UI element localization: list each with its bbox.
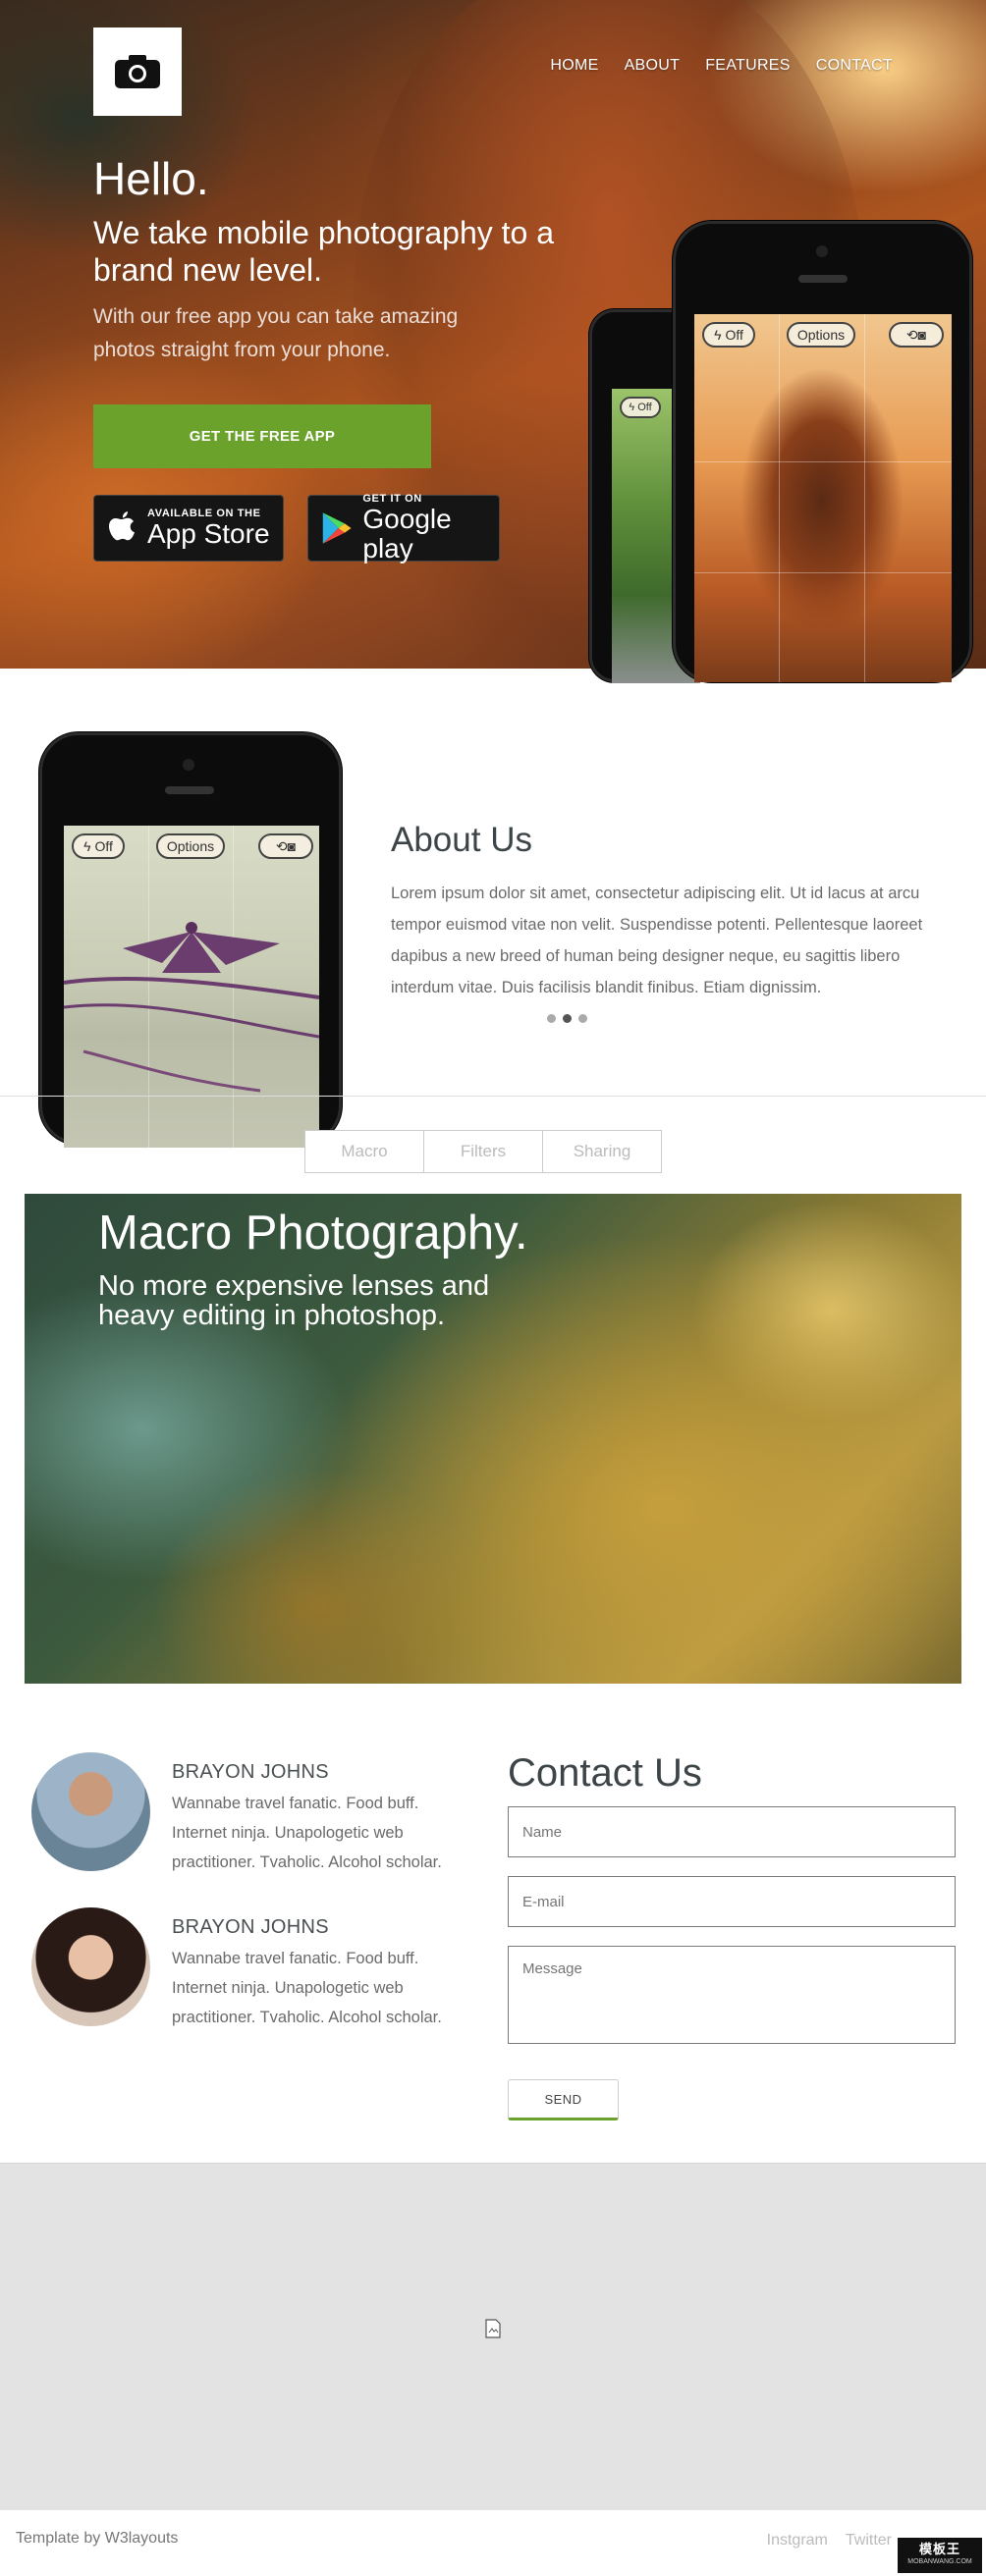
flash-toggle[interactable]: ϟ Off	[72, 833, 125, 859]
google-play-label: Google play	[362, 504, 452, 564]
macro-title: Macro Photography.	[98, 1207, 528, 1260]
flash-icon: ϟ	[629, 402, 635, 413]
grid-line	[694, 571, 952, 573]
grid-line	[694, 461, 952, 462]
options-button[interactable]: Options	[787, 322, 855, 348]
flash-label: Off	[637, 402, 652, 413]
switch-camera-icon[interactable]: ⟲◙	[258, 833, 313, 859]
team-member-name: BRAYON JOHNS	[172, 1916, 329, 1938]
watermark-subtitle: MOBANWANG.COM	[907, 2558, 972, 2565]
google-play-button[interactable]: GET IT ON Google play	[307, 493, 500, 564]
tab-filters[interactable]: Filters	[423, 1130, 543, 1173]
macro-feature-image	[25, 1194, 961, 1684]
phone-about-screen: ϟ Off Options ⟲◙	[64, 826, 319, 1148]
name-field[interactable]	[508, 1806, 956, 1857]
email-field[interactable]	[508, 1876, 956, 1927]
phone-speaker	[165, 786, 214, 794]
phone-mockup-about: ϟ Off Options ⟲◙	[39, 732, 342, 1148]
main-nav: HOME ABOUT FEATURES CONTACT	[550, 57, 893, 75]
flash-label: Off	[725, 327, 743, 343]
avatar	[31, 1752, 150, 1871]
about-title: About Us	[391, 821, 532, 859]
feature-tabs: Macro Filters Sharing	[304, 1130, 662, 1173]
watermark-badge[interactable]: 模板王 MOBANWANG.COM	[898, 2538, 982, 2573]
nav-features[interactable]: FEATURES	[705, 57, 791, 75]
nav-home[interactable]: HOME	[550, 57, 598, 75]
phone-front-screen: ϟ Off Options ⟲◙	[694, 314, 952, 682]
app-store-button[interactable]: AVAILABLE ON THE App Store	[93, 495, 284, 562]
switch-camera-icon[interactable]: ⟲◙	[889, 322, 944, 348]
get-free-app-button[interactable]: GET THE FREE APP	[93, 404, 431, 468]
hero-subtext: With our free app you can take amazing p…	[93, 305, 459, 361]
grid-line	[863, 314, 865, 682]
tab-macro[interactable]: Macro	[304, 1130, 424, 1173]
flash-icon: ϟ	[83, 838, 91, 854]
nav-about[interactable]: ABOUT	[625, 57, 681, 75]
macro-subtitle: No more expensive lenses and heavy editi…	[98, 1270, 490, 1331]
watermark-title: 模板王	[918, 2542, 960, 2556]
about-text: Lorem ipsum dolor sit amet, consectetur …	[391, 885, 923, 996]
grid-line	[779, 314, 781, 682]
section-divider	[0, 1096, 986, 1097]
flash-label: Off	[94, 838, 113, 854]
phone-front-camera	[183, 759, 194, 771]
phone-mockup-front: ϟ Off Options ⟲◙	[673, 221, 972, 682]
flash-toggle[interactable]: ϟ Off	[702, 322, 755, 348]
nav-contact[interactable]: CONTACT	[816, 57, 893, 75]
team-member-name: BRAYON JOHNS	[172, 1761, 329, 1783]
options-button[interactable]: Options	[156, 833, 225, 859]
team-member-bio: Wannabe travel fanatic. Food buff. Inter…	[172, 1950, 442, 2026]
bird-photo	[64, 922, 319, 1093]
camera-icon	[115, 55, 160, 88]
flash-toggle-back[interactable]: ϟ Off	[620, 397, 661, 418]
send-button[interactable]: SEND	[508, 2079, 619, 2120]
apple-icon	[109, 511, 135, 541]
slider-dots	[547, 1014, 587, 1023]
phone-front-camera	[816, 245, 828, 257]
avatar	[31, 1907, 150, 2026]
logo[interactable]	[93, 27, 182, 116]
google-play-icon	[322, 512, 352, 544]
message-field[interactable]	[508, 1946, 956, 2044]
social-links: Instgram Twitter	[767, 2532, 892, 2549]
twitter-link[interactable]: Twitter	[846, 2532, 892, 2549]
phone-speaker	[798, 275, 848, 283]
broken-image-icon	[485, 2319, 501, 2338]
contact-title: Contact Us	[508, 1751, 702, 1795]
hero-tagline: We take mobile photography to a brand ne…	[93, 215, 555, 288]
slider-dot[interactable]	[547, 1014, 556, 1023]
instagram-link[interactable]: Instgram	[767, 2532, 828, 2549]
footer-divider	[0, 2509, 986, 2510]
slider-dot-active[interactable]	[563, 1014, 572, 1023]
hero-hello: Hello.	[93, 153, 209, 204]
slider-dot[interactable]	[578, 1014, 587, 1023]
app-store-label: App Store	[147, 518, 270, 549]
team-member-bio: Wannabe travel fanatic. Food buff. Inter…	[172, 1795, 442, 1871]
flash-icon: ϟ	[714, 327, 722, 343]
footer-credit[interactable]: Template by W3layouts	[16, 2530, 178, 2548]
tab-sharing[interactable]: Sharing	[542, 1130, 662, 1173]
